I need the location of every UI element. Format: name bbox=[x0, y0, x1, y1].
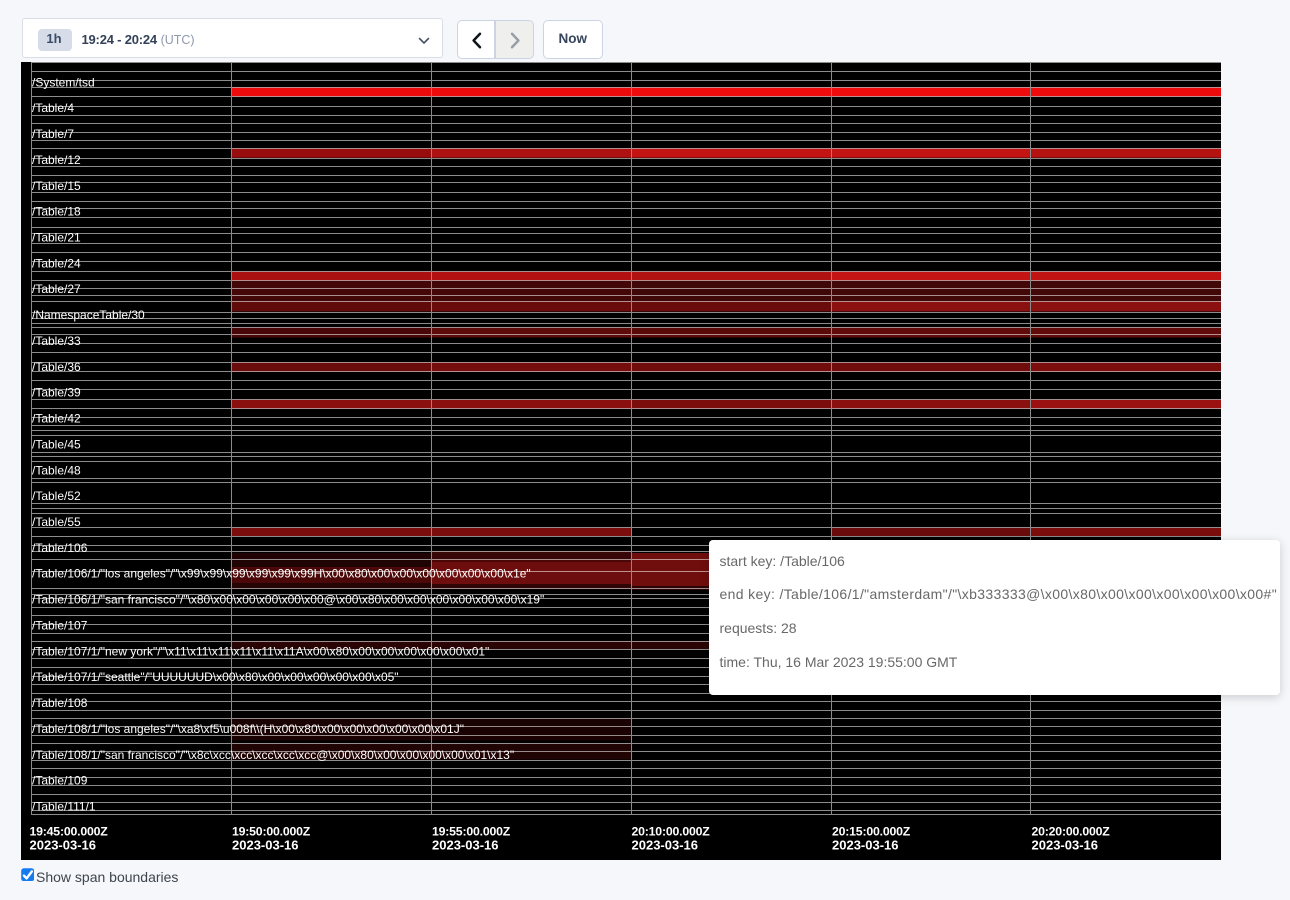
svg-text:2023-03-16: 2023-03-16 bbox=[30, 838, 97, 853]
svg-text:/Table/106/1/"san francisco"/": /Table/106/1/"san francisco"/"\x80\x00\x… bbox=[32, 593, 544, 607]
svg-text:/Table/55: /Table/55 bbox=[32, 515, 81, 529]
svg-text:20:20:00.000Z: 20:20:00.000Z bbox=[1032, 825, 1111, 839]
svg-text:/Table/111/1: /Table/111/1 bbox=[32, 800, 96, 814]
svg-text:2023-03-16: 2023-03-16 bbox=[632, 838, 699, 853]
svg-text:2023-03-16: 2023-03-16 bbox=[832, 838, 899, 853]
svg-text:/Table/109: /Table/109 bbox=[32, 774, 88, 788]
svg-text:/Table/48: /Table/48 bbox=[32, 463, 81, 477]
svg-text:/NamespaceTable/30: /NamespaceTable/30 bbox=[32, 308, 145, 322]
svg-text:19:45:00.000Z: 19:45:00.000Z bbox=[30, 825, 109, 839]
svg-text:20:10:00.000Z: 20:10:00.000Z bbox=[632, 825, 711, 839]
svg-text:/Table/15: /Table/15 bbox=[32, 179, 81, 193]
svg-text:/Table/18: /Table/18 bbox=[32, 205, 81, 219]
svg-text:/Table/106: /Table/106 bbox=[32, 541, 88, 555]
svg-text:2023-03-16: 2023-03-16 bbox=[232, 838, 299, 853]
svg-text:/Table/21: /Table/21 bbox=[32, 231, 81, 245]
svg-text:2023-03-16: 2023-03-16 bbox=[1032, 838, 1099, 853]
svg-text:/Table/27: /Table/27 bbox=[32, 282, 81, 296]
svg-text:/Table/39: /Table/39 bbox=[32, 386, 81, 400]
svg-text:/Table/36: /Table/36 bbox=[32, 360, 81, 374]
svg-text:/Table/7: /Table/7 bbox=[32, 127, 74, 141]
svg-text:19:50:00.000Z: 19:50:00.000Z bbox=[232, 825, 311, 839]
svg-text:/Table/24: /Table/24 bbox=[32, 256, 81, 270]
svg-text:/Table/4: /Table/4 bbox=[32, 101, 74, 115]
svg-text:/Table/107: /Table/107 bbox=[32, 619, 88, 633]
svg-text:/Table/52: /Table/52 bbox=[32, 489, 81, 503]
svg-text:/Table/108/1/"los angeles"/"\x: /Table/108/1/"los angeles"/"\xa8\xf5\u00… bbox=[32, 722, 464, 736]
svg-text:2023-03-16: 2023-03-16 bbox=[432, 838, 499, 853]
svg-text:19:55:00.000Z: 19:55:00.000Z bbox=[432, 825, 511, 839]
svg-text:20:15:00.000Z: 20:15:00.000Z bbox=[832, 825, 911, 839]
svg-text:/Table/107/1/"seattle"/"UUUUUU: /Table/107/1/"seattle"/"UUUUUUD\x00\x80\… bbox=[32, 670, 399, 684]
svg-text:/System/tsd: /System/tsd bbox=[32, 75, 95, 89]
svg-text:/Table/45: /Table/45 bbox=[32, 437, 81, 451]
svg-text:/Table/108/1/"san francisco"/": /Table/108/1/"san francisco"/"\x8c\xcc\x… bbox=[32, 748, 514, 762]
svg-text:/Table/12: /Table/12 bbox=[32, 153, 81, 167]
svg-text:/Table/33: /Table/33 bbox=[32, 334, 81, 348]
svg-text:/Table/107/1/"new york"/"\x11\: /Table/107/1/"new york"/"\x11\x11\x11\x1… bbox=[32, 644, 489, 658]
svg-text:/Table/108: /Table/108 bbox=[32, 696, 88, 710]
svg-text:/Table/106/1/"los angeles"/"\x: /Table/106/1/"los angeles"/"\x99\x99\x99… bbox=[32, 567, 531, 581]
svg-text:/Table/42: /Table/42 bbox=[32, 412, 81, 426]
